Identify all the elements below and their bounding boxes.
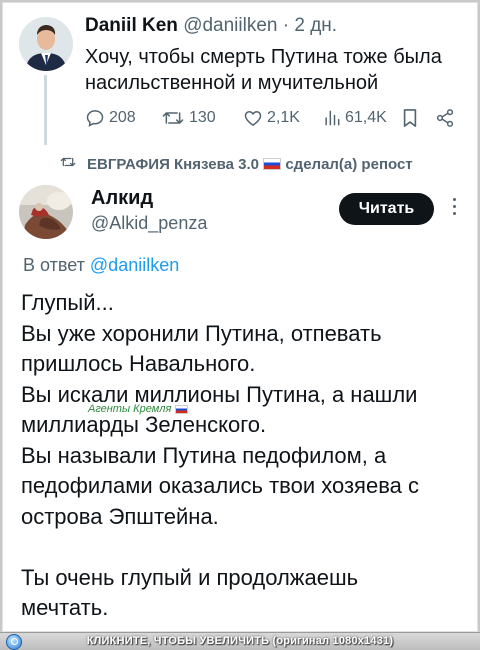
share-button[interactable] bbox=[435, 106, 455, 130]
reply-button[interactable]: 208 bbox=[85, 106, 136, 130]
author-name[interactable]: Алкид bbox=[91, 187, 153, 210]
repost-count: 130 bbox=[189, 109, 216, 126]
repost-icon bbox=[161, 108, 185, 128]
repost-button[interactable]: 130 bbox=[161, 106, 216, 130]
like-count: 2,1K bbox=[267, 109, 300, 126]
bookmark-icon bbox=[401, 107, 419, 129]
repost-icon bbox=[59, 155, 77, 173]
quoted-tweet-header: Daniil Ken @daniilken · 2 дн. bbox=[85, 15, 337, 37]
timestamp[interactable]: 2 дн. bbox=[294, 15, 337, 36]
tweet-line: педофилами оказались твои хозяева с bbox=[21, 473, 419, 498]
tweet-line: Вы называли Путина педофилом, а bbox=[21, 442, 387, 468]
like-button[interactable]: 2,1K bbox=[243, 106, 300, 130]
author-name[interactable]: Daniil Ken bbox=[85, 15, 178, 36]
russian-flag-icon bbox=[263, 157, 282, 170]
quoted-tweet-text: Хочу, чтобы смерть Путина тоже была наси… bbox=[85, 44, 465, 96]
tweet-body: Глупый... Вы уже хоронили Путина, отпева… bbox=[21, 288, 471, 624]
tweet-line: пришлось Навального. bbox=[21, 351, 256, 376]
reposter-name: ЕВГРАФИЯ Князева 3.0 bbox=[87, 155, 259, 173]
author-handle: @daniilken · 2 дн. bbox=[183, 15, 337, 36]
author-handle[interactable]: @Alkid_penza bbox=[91, 213, 207, 234]
avatar-daniil-ken[interactable] bbox=[19, 17, 73, 71]
bookmark-button[interactable] bbox=[401, 106, 419, 130]
watermark: Агенты Кремля bbox=[88, 403, 189, 415]
reply-count: 208 bbox=[109, 109, 136, 126]
enlarge-bar[interactable]: КЛИКНИТЕ, ЧТОБЫ УВЕЛИЧИТЬ (оригинал 1080… bbox=[0, 632, 480, 650]
views-button[interactable]: 61,4K bbox=[323, 106, 387, 130]
share-icon bbox=[435, 108, 455, 128]
reposter-text[interactable]: ЕВГРАФИЯ Князева 3.0 сделал(а) репост bbox=[87, 156, 413, 173]
tweet-line: Ты очень глупый и продолжаешь bbox=[21, 564, 359, 590]
action-bar: 208 130 2,1K 61,4K bbox=[85, 106, 465, 130]
russian-flag-icon bbox=[175, 404, 189, 414]
reply-context: В ответ @daniilken bbox=[23, 255, 179, 276]
separator: · bbox=[277, 15, 295, 36]
handle-text[interactable]: @daniilken bbox=[183, 15, 277, 36]
tweet-text-line: Хочу, чтобы смерть Путина тоже была bbox=[85, 46, 442, 68]
tweet-line: Глупый... bbox=[21, 290, 114, 315]
like-icon bbox=[243, 108, 263, 128]
repost-notice: ЕВГРАФИЯ Князева 3.0 сделал(а) репост bbox=[59, 155, 413, 173]
repost-label: сделал(а) репост bbox=[285, 155, 413, 173]
follow-button[interactable]: Читать bbox=[339, 193, 434, 225]
watermark-text: Агенты Кремля bbox=[88, 403, 172, 415]
tweet-line: острова Эпштейна. bbox=[21, 503, 219, 529]
avatar-alkid[interactable] bbox=[19, 185, 73, 239]
more-icon[interactable] bbox=[447, 195, 461, 221]
reply-prefix: В ответ bbox=[23, 255, 85, 275]
views-count: 61,4K bbox=[345, 109, 387, 126]
reply-to-link[interactable]: @daniilken bbox=[90, 255, 179, 275]
reply-icon bbox=[85, 108, 105, 128]
views-icon bbox=[323, 108, 341, 128]
tweet-line: мечтать. bbox=[21, 595, 109, 620]
tweet-line: Вы уже хоронили Путина, отпевать bbox=[21, 320, 382, 346]
screenshot-frame: Daniil Ken @daniilken · 2 дн. Хочу, чтоб… bbox=[2, 2, 478, 632]
thread-line bbox=[44, 75, 47, 145]
enlarge-text[interactable]: КЛИКНИТЕ, ЧТОБЫ УВЕЛИЧИТЬ (оригинал 1080… bbox=[0, 635, 480, 647]
tweet-text-line: насильственной и мучительной bbox=[85, 72, 379, 94]
